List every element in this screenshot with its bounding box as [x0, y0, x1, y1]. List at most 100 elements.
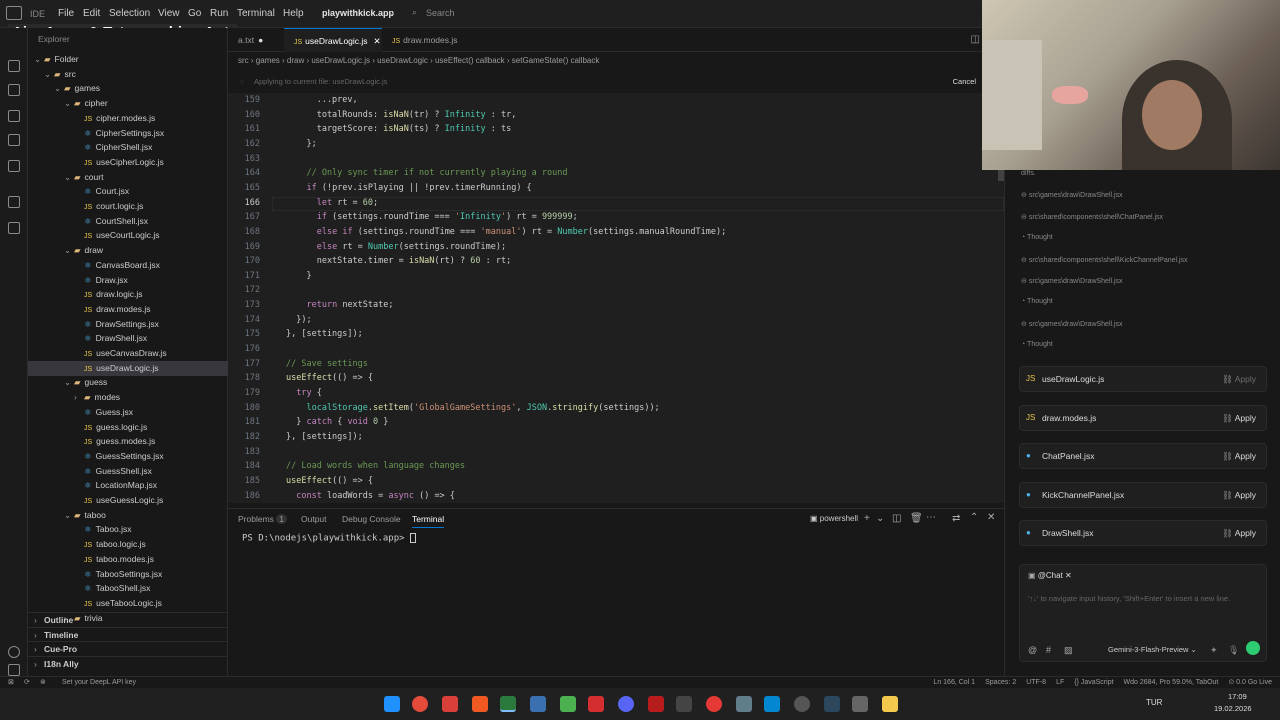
code-line[interactable]: else if (settings.roundTime === 'manual'…	[286, 227, 726, 237]
tree-folder[interactable]: ⌄ ▰ src	[28, 67, 228, 82]
code-line[interactable]: }, [settings]);	[286, 329, 363, 339]
tree-folder[interactable]: ⌄ ▰ guess	[28, 375, 228, 390]
tab-draw-modes[interactable]: JS draw.modes.js	[382, 28, 472, 52]
app-icon-10[interactable]	[648, 696, 664, 712]
apply-button[interactable]: ⛓ Apply	[1222, 406, 1256, 430]
image-icon[interactable]: ▨	[1064, 645, 1073, 656]
file-reference[interactable]: ⊖ src\games\draw\DrawShell.jsx	[1021, 320, 1123, 328]
tree-file[interactable]: ⚛ TabooShell.jsx	[28, 581, 228, 596]
run-debug-icon[interactable]	[8, 110, 20, 122]
tree-file[interactable]: JS useCipherLogic.js	[28, 155, 228, 170]
split-editor-icon[interactable]: ◫	[971, 34, 980, 45]
changed-file-card[interactable]: ● KickChannelPanel.jsx ⛓ Apply	[1019, 481, 1267, 508]
cancel-button[interactable]: Cancel	[953, 74, 976, 90]
ide-taskbar-icon[interactable]	[500, 696, 516, 712]
code-line[interactable]: let rt = 60;	[286, 198, 378, 208]
account-icon[interactable]	[8, 646, 20, 658]
tree-file[interactable]: ⚛ CanvasBoard.jsx	[28, 258, 228, 273]
tree-file[interactable]: JS draw.modes.js	[28, 302, 228, 317]
sidebar-section[interactable]: › Timeline	[28, 626, 228, 642]
gear-icon[interactable]	[8, 664, 20, 676]
tree-file[interactable]: ⚛ CipherShell.jsx	[28, 140, 228, 155]
tree-file[interactable]: ⚛ Draw.jsx	[28, 273, 228, 288]
apply-button[interactable]: ⛓ Apply	[1222, 444, 1256, 468]
code-line[interactable]: useEffect(() => {	[286, 476, 373, 486]
app-icon-6[interactable]	[530, 696, 546, 712]
app-icon-13[interactable]	[736, 696, 752, 712]
breadcrumb-item[interactable]: src	[238, 56, 249, 65]
chat-input-box[interactable]: ▣ @Chat ✕ '↑↓' to navigate input history…	[1019, 564, 1267, 662]
recording-icon[interactable]	[706, 696, 722, 712]
changed-file-card[interactable]: JS draw.modes.js ⛓ Apply	[1019, 404, 1267, 431]
breadcrumb-item[interactable]: setGameState() callback	[512, 56, 600, 65]
tree-folder[interactable]: ⌄ ▰ games	[28, 81, 228, 96]
grid-icon[interactable]	[8, 196, 20, 208]
sparkle-icon[interactable]: ✦	[1210, 645, 1218, 656]
remote-icon[interactable]	[8, 160, 20, 172]
menu-help[interactable]: Help	[283, 8, 304, 19]
breadcrumb-item[interactable]: useEffect() callback	[435, 56, 505, 65]
tree-file[interactable]: JS taboo.logic.js	[28, 537, 228, 552]
menu-terminal[interactable]: Terminal	[237, 8, 275, 19]
code-line[interactable]: };	[286, 139, 316, 149]
code-line[interactable]: ...prev,	[286, 95, 358, 105]
steam-icon[interactable]	[824, 696, 840, 712]
chat-context-chip[interactable]: ▣ @Chat ✕	[1028, 571, 1072, 580]
extensions-icon[interactable]	[8, 134, 20, 146]
code-line[interactable]: } catch { void 0 }	[286, 417, 388, 427]
tab-terminal[interactable]: Terminal	[412, 514, 445, 528]
file-reference[interactable]: ⊖ src\shared\components\shell\ChatPanel.…	[1021, 213, 1163, 221]
tree-file[interactable]: JS useTabooLogic.js	[28, 596, 228, 611]
menu-view[interactable]: View	[158, 8, 180, 19]
tree-file[interactable]: ⚛ GuessSettings.jsx	[28, 449, 228, 464]
breadcrumb-item[interactable]: useDrawLogic.js	[311, 56, 370, 65]
tree-folder[interactable]: ⌄ ▰ court	[28, 170, 228, 185]
code-line[interactable]: totalRounds: isNaN(tr) ? Infinity : tr,	[286, 110, 517, 120]
code-editor[interactable]: 159 ...prev, 160 totalRounds: isNaN(tr) ?…	[228, 93, 1004, 503]
hash-icon[interactable]: #	[1046, 645, 1051, 655]
app-icon-14[interactable]	[764, 696, 780, 712]
discord-icon[interactable]	[618, 696, 634, 712]
tree-file[interactable]: JS guess.modes.js	[28, 434, 228, 449]
code-line[interactable]: });	[286, 315, 311, 325]
tree-file[interactable]: ⚛ Taboo.jsx	[28, 522, 228, 537]
source-control-icon[interactable]	[8, 84, 20, 96]
tree-file[interactable]: JS useDrawLogic.js	[28, 360, 228, 376]
status-item[interactable]: LF	[1056, 679, 1064, 686]
app-icon-7[interactable]	[560, 696, 576, 712]
code-line[interactable]: // Save settings	[286, 359, 368, 369]
code-line[interactable]: // Load words when language changes	[286, 461, 465, 471]
tree-file[interactable]: ⚛ DrawShell.jsx	[28, 331, 228, 346]
code-line[interactable]: }	[286, 271, 311, 281]
code-line[interactable]: return nextState;	[286, 300, 393, 310]
split-terminal-icon[interactable]: ◫	[892, 513, 901, 524]
code-line[interactable]: useEffect(() => {	[286, 373, 373, 383]
menu-edit[interactable]: Edit	[83, 8, 100, 19]
tree-file[interactable]: JS cipher.modes.js	[28, 111, 228, 126]
windows-start-icon[interactable]	[384, 696, 400, 712]
deepl-status[interactable]: Set your DeepL API key	[62, 677, 136, 688]
code-line[interactable]: const loadWords = async () => {	[286, 491, 455, 501]
code-line[interactable]: else rt = Number(settings.roundTime);	[286, 242, 506, 252]
apply-button[interactable]: ⛓ Apply	[1222, 367, 1256, 391]
status-item[interactable]: Wdo 2684, Pro 59.0%, TabOut	[1124, 679, 1219, 686]
tree-file[interactable]: JS court.logic.js	[28, 199, 228, 214]
breadcrumb-item[interactable]: useDrawLogic	[377, 56, 428, 65]
code-line[interactable]: // Only sync timer if not currently play…	[286, 168, 567, 178]
error-icon[interactable]: ⊗	[40, 677, 46, 688]
model-selector[interactable]: Gemini-3-Flash-Preview ⌄	[1108, 645, 1197, 654]
sidebar-section[interactable]: › Outline	[28, 612, 228, 627]
trash-icon[interactable]: 🗑	[910, 513, 923, 524]
code-line[interactable]: try {	[286, 388, 322, 398]
tree-file[interactable]: ⚛ Guess.jsx	[28, 405, 228, 420]
file-reference[interactable]: ⊖ src\games\draw\DrawShell.jsx	[1021, 191, 1123, 199]
tree-file[interactable]: JS guess.logic.js	[28, 420, 228, 435]
changed-file-card[interactable]: ● ChatPanel.jsx ⛓ Apply	[1019, 443, 1267, 470]
menu-go[interactable]: Go	[188, 8, 201, 19]
chevron-down-icon[interactable]: ⌄	[388, 7, 396, 18]
code-line[interactable]: if (!prev.isPlaying || !prev.timerRunnin…	[286, 183, 531, 193]
send-button[interactable]	[1246, 641, 1260, 655]
tab-output[interactable]: Output	[301, 514, 327, 524]
close-icon[interactable]: ✕	[374, 36, 381, 46]
thought-toggle[interactable]: ◔ Thought	[1021, 341, 1053, 348]
